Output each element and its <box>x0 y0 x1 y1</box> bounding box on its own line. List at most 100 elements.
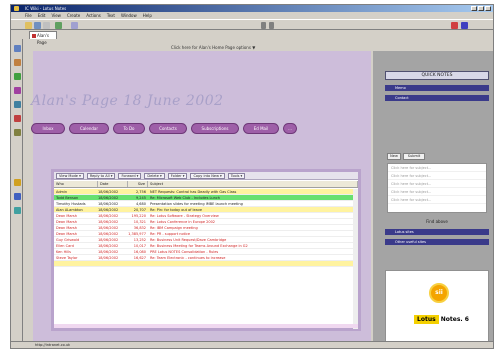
search-db-icon[interactable] <box>461 22 468 29</box>
col-subject[interactable]: Subject <box>148 181 358 187</box>
cell-subject: Presentation slides for meeting IMBE lau… <box>150 202 243 206</box>
menu-create[interactable]: Create <box>67 12 80 19</box>
cell-date: 18/06/2002 <box>98 244 119 248</box>
useful-sites-bar[interactable]: Other useful sites <box>385 239 489 245</box>
lotus-notes-banner[interactable]: sii Lotus Notes. 6 <box>385 270 489 348</box>
search-icon[interactable] <box>71 22 78 29</box>
bold-icon[interactable] <box>261 22 266 29</box>
cell-date: 18/06/2002 <box>98 250 119 254</box>
tab-label: Alan's Page <box>37 33 50 45</box>
tab-alans-page[interactable]: Alan's Page <box>29 31 57 45</box>
cell-subject: Re: PR - support notice <box>150 232 191 236</box>
quick-notes-title: QUICK NOTES <box>385 71 489 80</box>
open-icon[interactable] <box>25 22 32 29</box>
view-action-bar: View Mode ▾ Reply to All ▾ Forward ▾ Del… <box>54 172 358 180</box>
history-bookmark-icon[interactable] <box>14 207 21 214</box>
view-scrollbar[interactable] <box>353 189 358 329</box>
help-icon[interactable] <box>451 22 458 29</box>
nav-edmail-button[interactable]: Ed Mail <box>243 123 279 134</box>
cell-who: Guy Griswold <box>56 238 80 242</box>
italic-icon[interactable] <box>269 22 274 29</box>
web-bookmark-icon[interactable] <box>14 193 21 200</box>
table-row[interactable] <box>54 261 358 267</box>
reply-all-button[interactable]: Reply to All ▾ <box>86 173 116 179</box>
delete-button[interactable]: Delete ▾ <box>144 173 165 179</box>
status-text: http://intranet.co.uk <box>35 343 71 347</box>
notes-window: IC Wiki - Lotus Notes File Edit View Cre… <box>10 4 494 349</box>
menu-help[interactable]: Help <box>143 12 152 19</box>
menu-edit[interactable]: Edit <box>38 12 46 19</box>
databases-bookmark-icon[interactable] <box>14 129 21 136</box>
todo-bookmark-icon[interactable] <box>14 87 21 94</box>
favorites-bookmark-icon[interactable] <box>14 115 21 122</box>
mail-bookmark-icon[interactable] <box>14 45 21 52</box>
maximize-button[interactable] <box>478 6 484 11</box>
list-item[interactable]: Click here for subject... <box>388 172 486 180</box>
toolbar <box>11 19 493 30</box>
bookmark-bar <box>11 39 23 348</box>
list-item[interactable]: Click here for subject... <box>388 180 486 188</box>
menu-view[interactable]: View <box>51 12 61 19</box>
submit-button[interactable]: Submit <box>403 153 425 160</box>
list-item[interactable]: Click here for subject... <box>388 196 486 204</box>
nav-inbox-button[interactable]: Inbox <box>31 123 65 134</box>
cell-subject: Re: Pin: for today out of leave <box>150 208 203 212</box>
cell-who: Dean Marsh <box>56 226 77 230</box>
nav-todo-button[interactable]: To Do <box>113 123 145 134</box>
nav-contacts-button[interactable]: Contacts <box>149 123 187 134</box>
nav-calendar-button[interactable]: Calendar <box>69 123 109 134</box>
nav-more-button[interactable]: ... <box>283 123 297 134</box>
new-button[interactable]: New <box>387 153 401 160</box>
view-footer <box>54 324 358 328</box>
cell-who <box>54 261 98 266</box>
page-options-link[interactable]: Click here for Alan's Home Page options … <box>171 45 255 50</box>
menu-window[interactable]: Window <box>121 12 137 19</box>
menu-file[interactable]: File <box>25 12 32 19</box>
cell-date: 18/06/2002 <box>98 226 119 230</box>
cell-size <box>128 261 148 266</box>
window-title: IC Wiki - Lotus Notes <box>25 6 67 11</box>
tools-button[interactable]: Tools ▾ <box>227 173 246 179</box>
cell-date <box>98 261 128 266</box>
lotus-sites-bar[interactable]: Lotus sites <box>385 229 489 235</box>
forward-button[interactable]: Forward ▾ <box>118 173 142 179</box>
cell-subject: Re: Microsoft Web Club - Includes Lunch <box>150 196 220 200</box>
notes-product: Notes. 6 <box>440 316 469 323</box>
save-icon[interactable] <box>34 22 41 29</box>
contact-section-bar[interactable]: Contact <box>385 95 489 101</box>
cell-who: Ken Hills <box>56 250 71 254</box>
folder-bookmark-icon[interactable] <box>14 179 21 186</box>
list-item[interactable]: Click here for subject... <box>388 188 486 196</box>
minimize-button[interactable] <box>471 6 477 11</box>
cell-size: 1,385,977 <box>128 232 146 236</box>
cell-who: Alan ALambton <box>56 208 83 212</box>
mail-list: Admin 18/06/2002 2,756 NET Requests: Contro… <box>54 189 358 267</box>
memo-section-bar[interactable]: Memo <box>385 85 489 91</box>
cell-size: 4,680 <box>135 202 146 206</box>
page-title: Alan's Page 18 June 2002 <box>31 93 224 109</box>
col-who[interactable]: Who <box>54 181 98 187</box>
menu-actions[interactable]: Actions <box>86 12 101 19</box>
col-size[interactable]: Size <box>128 181 148 187</box>
cell-date: 18/06/2002 <box>98 220 119 224</box>
status-bar: http://intranet.co.uk <box>11 341 493 348</box>
cell-date: 18/06/2002 <box>98 256 119 260</box>
navigate-icon[interactable] <box>55 22 62 29</box>
folder-button[interactable]: Folder ▾ <box>167 173 188 179</box>
cell-subject: Re: Lotus Conference in Europe 2002 <box>150 220 216 224</box>
replicator-bookmark-icon[interactable] <box>14 101 21 108</box>
menu-text[interactable]: Text <box>107 12 115 19</box>
col-date[interactable]: Date <box>98 181 128 187</box>
nav-subscriptions-button[interactable]: Subscriptions <box>191 123 239 134</box>
list-item[interactable]: Click here for subject... <box>388 164 486 172</box>
calendar-bookmark-icon[interactable] <box>14 59 21 66</box>
view-mode-button[interactable]: View Mode ▾ <box>56 173 84 179</box>
title-bar: IC Wiki - Lotus Notes <box>11 5 493 12</box>
cell-size: 20,707 <box>133 208 146 212</box>
contacts-bookmark-icon[interactable] <box>14 73 21 80</box>
close-button[interactable] <box>485 6 491 11</box>
print-icon[interactable] <box>43 22 50 29</box>
cell-who: Dean Marsh <box>56 220 77 224</box>
cell-date: 18/06/2002 <box>98 202 119 206</box>
copy-new-button[interactable]: Copy into New ▾ <box>190 173 225 179</box>
